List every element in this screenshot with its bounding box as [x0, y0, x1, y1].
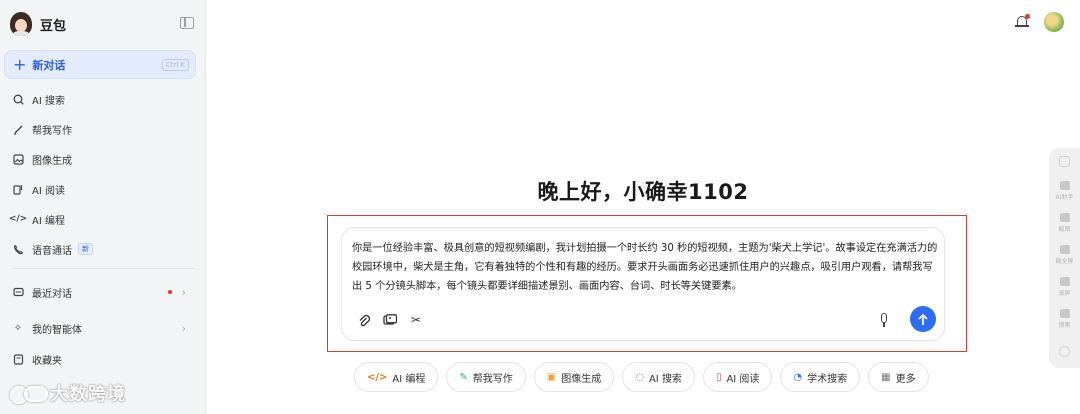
sidebar-item-label: 帮我写作	[32, 125, 72, 137]
sidebar-item-label: AI 阅读	[32, 185, 65, 197]
sidebar-item-label: AI 搜索	[32, 95, 65, 107]
chat-icon	[12, 286, 24, 298]
code-icon: </>	[8, 214, 28, 224]
record-icon	[1059, 277, 1070, 286]
sidebar-item-label: 收藏夹	[32, 355, 62, 367]
chip-label: AI 阅读	[726, 373, 760, 385]
read-icon: ▯	[715, 371, 722, 383]
sidebar-item-favorites[interactable]: 收藏夹	[4, 346, 196, 372]
sidebar-item-ai-read[interactable]: AI 阅读	[4, 176, 196, 202]
chip-more[interactable]: ▦ 更多	[868, 362, 929, 392]
sidebar-item-label: 最近对话	[32, 288, 72, 300]
pen-icon: ✎	[459, 371, 468, 383]
chip-label: 帮我写作	[472, 373, 513, 385]
float-item-label: 截全屏	[1055, 258, 1074, 265]
notification-bell-icon[interactable]	[1015, 14, 1030, 30]
floating-toolbar: AI助手 截图 截全屏 录屏 搜索	[1049, 148, 1080, 368]
search-icon: ◌	[635, 371, 644, 383]
float-item-search[interactable]: 搜索	[1049, 309, 1080, 329]
microphone-icon[interactable]	[876, 312, 892, 328]
greeting-title: 晚上好，小确幸1102	[537, 180, 749, 204]
chat-input-text[interactable]: 你是一位经验丰富、极具创意的短视频编剧，我计划拍摄一个时长约 30 秒的短视频，…	[352, 239, 940, 296]
chip-ai-read[interactable]: ▯ AI 阅读	[702, 362, 773, 392]
sidebar-item-label: 图像生成	[32, 155, 72, 167]
quick-action-chips: </> AI 编程 ✎ 帮我写作 ▣ 图像生成 ◌ AI 搜索 ▯ AI 阅读 …	[354, 362, 929, 392]
chevron-right-icon: ›	[181, 321, 186, 335]
float-item-label: 截图	[1058, 226, 1071, 233]
float-item-full-screenshot[interactable]: 截全屏	[1049, 245, 1080, 265]
chip-writing[interactable]: ✎ 帮我写作	[446, 362, 526, 392]
float-item-record[interactable]: 录屏	[1049, 277, 1080, 297]
chip-label: AI 搜索	[648, 373, 682, 385]
heart-icon[interactable]	[1059, 156, 1070, 167]
code-icon: </>	[367, 371, 388, 383]
new-badge: 新	[78, 243, 93, 255]
new-chat-button[interactable]: + 新对话 Ctrl K	[4, 50, 196, 79]
sidebar-item-voice-call[interactable]: 语音通话 新	[4, 236, 196, 262]
watermark-logo-icon	[8, 382, 48, 404]
chevron-right-icon: ›	[181, 285, 186, 299]
chat-input-box[interactable]: 你是一位经验丰富、极具创意的短视频编剧，我计划拍摄一个时长约 30 秒的短视频，…	[341, 227, 945, 341]
float-item-label: 录屏	[1058, 290, 1071, 297]
plus-icon: +	[13, 54, 27, 74]
new-chat-label: 新对话	[32, 58, 66, 72]
sidebar-item-ai-search[interactable]: AI 搜索	[4, 86, 196, 112]
academic-icon: ◔	[793, 371, 803, 383]
pen-icon	[12, 123, 24, 135]
brand[interactable]: 豆包	[10, 10, 196, 38]
sidebar-collapse-icon[interactable]	[180, 17, 194, 29]
chip-label: 更多	[895, 373, 916, 385]
sparkle-icon: ✧	[13, 322, 23, 334]
user-avatar[interactable]	[1044, 12, 1064, 32]
chip-image-gen[interactable]: ▣ 图像生成	[533, 362, 615, 392]
sidebar-item-label: 语音通话	[32, 245, 72, 257]
sidebar-item-label: AI 编程	[32, 215, 65, 227]
sidebar-item-ai-code[interactable]: </> AI 编程	[4, 206, 196, 232]
sidebar: 豆包 + 新对话 Ctrl K AI 搜索 帮我写作 图像生成 AI 阅读 </…	[0, 0, 206, 414]
sidebar-divider	[12, 268, 194, 269]
sidebar-item-recent[interactable]: 最近对话 ›	[4, 279, 196, 305]
float-item-label: 搜索	[1058, 322, 1071, 329]
image-upload-icon[interactable]	[382, 312, 398, 328]
camera-icon	[1059, 213, 1070, 222]
new-chat-shortcut: Ctrl K	[161, 59, 189, 71]
watermark: 大数跨境	[8, 380, 126, 406]
settings-icon[interactable]	[1059, 346, 1070, 357]
brand-name: 豆包	[40, 18, 67, 34]
input-tools: ✂	[356, 312, 424, 328]
sidebar-item-writing[interactable]: 帮我写作	[4, 116, 196, 142]
chip-academic-search[interactable]: ◔ 学术搜索	[780, 362, 861, 392]
watermark-text: 大数跨境	[50, 384, 126, 405]
float-item-screenshot[interactable]: 截图	[1049, 213, 1080, 233]
fullscreen-icon	[1059, 245, 1070, 254]
search-icon	[1059, 309, 1070, 318]
read-icon	[12, 183, 24, 195]
chip-ai-search[interactable]: ◌ AI 搜索	[622, 362, 695, 392]
assistant-icon	[1059, 181, 1070, 190]
search-icon	[12, 93, 24, 105]
chip-label: 图像生成	[561, 373, 602, 385]
sidebar-item-label: 我的智能体	[32, 324, 82, 336]
send-button[interactable]	[910, 306, 936, 332]
float-item-ai-assistant[interactable]: AI助手	[1049, 181, 1080, 201]
float-item-label: AI助手	[1055, 194, 1074, 201]
image-icon: ▣	[546, 371, 557, 383]
bookmark-icon	[12, 353, 24, 365]
attachment-icon[interactable]	[356, 312, 372, 328]
unread-dot	[168, 290, 172, 294]
image-icon	[12, 153, 24, 165]
sidebar-item-agents[interactable]: ✧ 我的智能体 ›	[4, 315, 196, 341]
app-window: 豆包 + 新对话 Ctrl K AI 搜索 帮我写作 图像生成 AI 阅读 </…	[0, 0, 1080, 414]
phone-icon	[12, 243, 24, 255]
chip-label: 学术搜索	[807, 373, 848, 385]
grid-icon: ▦	[881, 371, 891, 383]
scissors-icon[interactable]: ✂	[408, 312, 424, 328]
sidebar-item-image-gen[interactable]: 图像生成	[4, 146, 196, 172]
chip-ai-code[interactable]: </> AI 编程	[354, 362, 439, 392]
chip-label: AI 编程	[392, 373, 426, 385]
doubao-logo-icon	[10, 12, 32, 36]
